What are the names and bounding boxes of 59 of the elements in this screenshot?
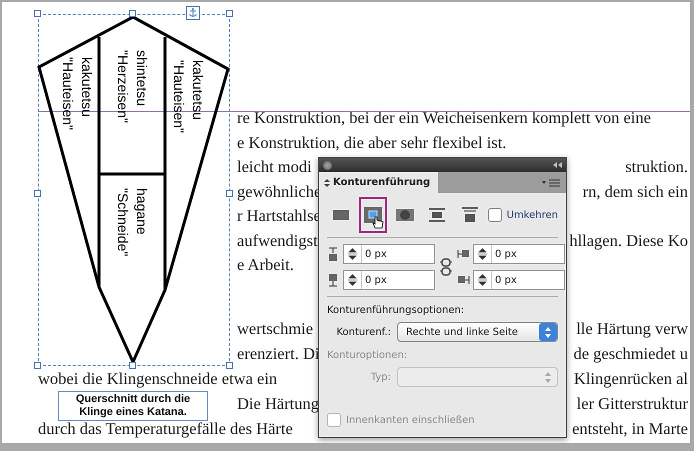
diagram-label: shintetsu "Herzeisen" [115,50,150,123]
anchor-icon[interactable] [186,6,200,20]
body-text: Die Härtung [237,394,320,414]
wrap-mode-button[interactable] [359,197,388,233]
body-text: gewöhnliche [237,182,322,202]
offset-icon [327,247,340,261]
offset-icon [457,247,470,261]
body-text: aufwendigst [237,230,318,251]
body-text: hllagen. Diese Ko [569,230,688,251]
diagram-label: hagane "Schneide" [115,188,150,256]
section-heading: Konturenführungsoptionen: [327,305,466,316]
section-heading: Konturoptionen: [327,350,408,361]
selection-handle[interactable] [34,10,41,17]
selection-handle[interactable] [34,190,41,197]
panel-tab[interactable]: Konturenführung [319,172,438,193]
hand-cursor-icon [372,216,384,230]
diagram-label: kakutetsu "Hauteisen" [60,57,95,130]
body-text: wobei die Klingenschneide etwa ein [38,369,278,389]
body-text: rn, dem sich ein [582,182,688,202]
wrap-side-select[interactable]: Rechte und linke Seite [397,322,558,342]
field-label: Konturenf.: [336,326,391,338]
selection-handle[interactable] [226,190,233,197]
selection-handle[interactable] [226,10,233,17]
body-text: ler Gitterstruktur [576,394,688,414]
tab-label: Konturenführung [333,177,430,188]
body-text: de geschmiedet u [573,344,688,364]
body-text: leicht modi [237,157,312,178]
body-text: re Konstruktion, bei der ein Weicheisenkern komplett von eine [237,108,651,128]
body-text: wertschmie [237,319,314,339]
selection-handle[interactable] [34,362,41,369]
selection-handle[interactable] [129,362,136,369]
selection-handle[interactable] [129,10,136,17]
collapse-icon[interactable] [553,162,562,168]
sort-arrows-icon [324,178,330,186]
body-text: entsteht, in Marte [572,419,688,439]
field-label: Typ: [370,372,391,382]
body-text: e Konstruktion, die aber sehr flexibel ist. [237,132,506,153]
close-button[interactable] [323,160,332,170]
offset-field[interactable]: 0 px [473,270,565,290]
link-icon[interactable] [439,257,453,277]
offset-field[interactable]: 0 px [343,244,435,264]
offset-icon [327,273,340,287]
body-text: struktion. [625,157,688,178]
diagram-label: kakutetsu "Hauteisen" [171,60,206,133]
menu-icon[interactable] [542,178,560,188]
offset-field[interactable]: 0 px [473,244,565,264]
body-text: r Hartstahlse [237,206,321,226]
stepper-icon [539,323,557,341]
body-text: durch das Temperaturgefälle des Härte [38,419,293,439]
selection-handle[interactable] [226,362,233,369]
text-wrap-icon [362,204,384,226]
offset-field[interactable]: 0 px [343,270,435,290]
body-text: erenziert. Di [237,344,320,364]
invert-checkbox[interactable]: Umkehren [488,208,558,222]
body-text: lle Härtung verw [576,319,688,339]
body-text: e Arbeit. [237,255,294,276]
figure-caption: Querschnitt durch die Klinge eines Katana. [58,391,208,421]
offset-icon [457,273,470,287]
body-text: Klingenrücken al [574,369,688,389]
